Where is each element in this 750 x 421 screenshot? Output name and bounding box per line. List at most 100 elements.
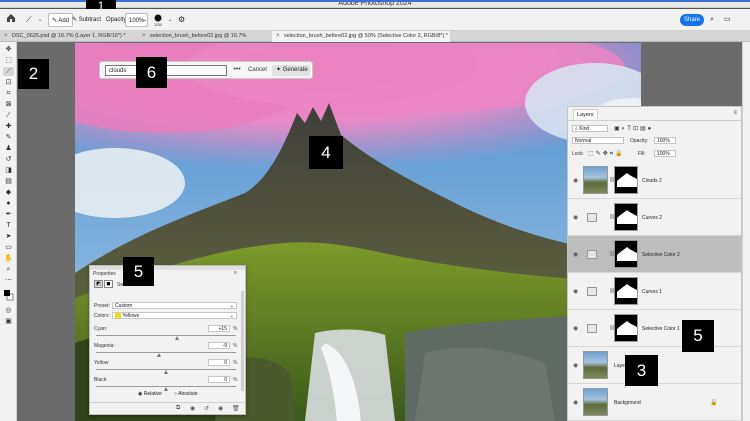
brush-preview-icon[interactable]: 1250 bbox=[152, 13, 166, 27]
brush-tool-icon[interactable]: ✎ bbox=[3, 133, 14, 142]
blend-mode-select[interactable]: Normal bbox=[572, 137, 624, 144]
path-selection-tool-icon[interactable]: ➤ bbox=[3, 232, 14, 241]
panel-menu-icon[interactable]: ≡ bbox=[733, 110, 737, 116]
callout-3: 3 bbox=[625, 355, 658, 386]
healing-brush-tool-icon[interactable]: ✚ bbox=[3, 122, 14, 131]
slider-value-field[interactable]: -9 bbox=[208, 342, 230, 349]
colors-select[interactable]: Yellows ⌄ bbox=[112, 312, 237, 319]
layer-row[interactable]: ◉ ⛓ Selective Color 1 bbox=[568, 310, 741, 347]
filter-type-icons[interactable]: ▣◐T⊡▤● bbox=[614, 125, 653, 132]
filter-kind-select[interactable]: ⌕ Kind bbox=[572, 125, 608, 132]
absolute-label: Absolute bbox=[178, 391, 198, 397]
slider-thumb[interactable] bbox=[164, 387, 168, 391]
zoom-tool-icon[interactable]: ⌕ bbox=[3, 265, 14, 274]
eraser-tool-icon[interactable]: ◨ bbox=[3, 166, 14, 175]
layer-row[interactable]: ◉ ⛓ Curves 2 bbox=[568, 199, 741, 236]
properties-scrollbar[interactable] bbox=[241, 291, 244, 391]
screen-mode-icon[interactable]: ▣ bbox=[3, 317, 14, 326]
brush-chevron-icon[interactable]: ⌄ bbox=[168, 13, 172, 27]
fill-field[interactable]: 100% bbox=[654, 150, 676, 157]
subtract-mode-button[interactable]: ✎ Subtract bbox=[72, 13, 101, 27]
visibility-eye-icon[interactable]: ◉ bbox=[573, 214, 578, 221]
opacity-field[interactable]: 100% bbox=[654, 137, 676, 144]
close-tab-icon[interactable]: × bbox=[142, 31, 146, 42]
type-tool-icon[interactable]: T bbox=[3, 221, 14, 230]
workspace-icon[interactable]: ▭ bbox=[724, 13, 731, 27]
slider-thumb[interactable] bbox=[164, 370, 168, 374]
slider-value-field[interactable]: 0 bbox=[208, 376, 230, 383]
pen-tool-icon[interactable]: ✒ bbox=[3, 210, 14, 219]
trash-icon[interactable]: 🗑 bbox=[232, 405, 240, 412]
view-previous-icon[interactable]: ◉ bbox=[190, 405, 195, 412]
visibility-eye-icon[interactable]: ◉ bbox=[218, 405, 223, 412]
search-icon[interactable]: ⌕ bbox=[710, 13, 714, 27]
history-brush-tool-icon[interactable]: ↺ bbox=[3, 155, 14, 164]
clip-to-layer-icon[interactable]: ⧉ bbox=[176, 405, 180, 412]
mask-icon[interactable]: ◼ bbox=[104, 280, 113, 288]
more-options-button[interactable]: ••• bbox=[231, 65, 243, 76]
slider-thumb[interactable] bbox=[175, 336, 179, 340]
rectangle-tool-icon[interactable]: ▭ bbox=[3, 243, 14, 252]
home-icon[interactable] bbox=[6, 13, 18, 27]
layer-mask-thumbnail[interactable] bbox=[614, 240, 638, 268]
add-mode-button[interactable]: ✎ Add bbox=[48, 13, 74, 27]
marquee-tool-icon[interactable]: ⬚ bbox=[3, 56, 14, 65]
quick-mask-icon[interactable]: ◎ bbox=[3, 306, 14, 315]
clone-stamp-tool-icon[interactable]: ♟ bbox=[3, 144, 14, 153]
tab-document-2[interactable]: × selection_brush_before02.jpg @ 16.7% (… bbox=[138, 31, 268, 50]
dodge-tool-icon[interactable]: ● bbox=[3, 199, 14, 208]
layers-panel-header: Layers ≡ bbox=[568, 107, 741, 121]
visibility-eye-icon[interactable]: ◉ bbox=[573, 251, 578, 258]
visibility-eye-icon[interactable]: ◉ bbox=[573, 288, 578, 295]
absolute-radio[interactable]: ○ Absolute bbox=[174, 391, 198, 397]
layer-row[interactable]: ◉ ⛓ Selective Color 2 bbox=[568, 236, 741, 273]
object-select-tool-icon[interactable]: ⊡ bbox=[3, 78, 14, 87]
layer-row[interactable]: ◉ ⛓ Curves 1 bbox=[568, 273, 741, 310]
move-tool-icon[interactable]: ✥ bbox=[3, 45, 14, 54]
preset-select[interactable]: Custom ⌄ bbox=[112, 302, 237, 309]
share-button[interactable]: Share bbox=[680, 14, 704, 26]
layer-row[interactable]: ◉ ⛓ Clouds 2 bbox=[568, 162, 741, 199]
slider-track[interactable] bbox=[96, 352, 236, 353]
slider-thumb[interactable] bbox=[157, 353, 161, 357]
visibility-eye-icon[interactable]: ◉ bbox=[573, 325, 578, 332]
hand-tool-icon[interactable]: ✋ bbox=[3, 254, 14, 263]
frame-tool-icon[interactable]: ⊠ bbox=[3, 100, 14, 109]
slider-value-field[interactable]: 0 bbox=[208, 359, 230, 366]
settings-gear-icon[interactable]: ⚙ bbox=[178, 13, 185, 27]
selection-brush-tool-icon[interactable]: ⟋ bbox=[3, 67, 14, 76]
slider-value-field[interactable]: +15 bbox=[208, 325, 230, 332]
gradient-tool-icon[interactable]: ▤ bbox=[3, 177, 14, 186]
blur-tool-icon[interactable]: ◆ bbox=[3, 188, 14, 197]
tab-document-1[interactable]: × DSC_0625.psd @ 16.7% (Layer 1, RGB/16*… bbox=[0, 31, 128, 42]
layer-mask-thumbnail[interactable] bbox=[614, 277, 638, 305]
more-tools-icon[interactable]: ⋯ bbox=[3, 276, 14, 285]
visibility-eye-icon[interactable]: ◉ bbox=[573, 362, 578, 369]
reset-icon[interactable]: ↺ bbox=[204, 405, 209, 412]
layer-mask-thumbnail[interactable] bbox=[614, 314, 638, 342]
layer-mask-thumbnail[interactable] bbox=[614, 203, 638, 231]
generate-button[interactable]: ✦ Generate bbox=[272, 65, 310, 76]
slider-track[interactable] bbox=[96, 335, 236, 336]
properties-grip-bar[interactable] bbox=[90, 266, 245, 270]
close-tab-icon[interactable]: × bbox=[276, 31, 280, 42]
close-tab-icon[interactable]: × bbox=[4, 31, 8, 42]
tab-layers[interactable]: Layers bbox=[573, 109, 598, 119]
foreground-background-color-icon[interactable] bbox=[3, 288, 14, 304]
layer-mask-thumbnail[interactable] bbox=[614, 166, 638, 194]
eyedropper-tool-icon[interactable]: ⁄ bbox=[3, 111, 14, 120]
layer-thumbnail bbox=[583, 166, 608, 194]
crop-tool-icon[interactable]: ⌗ bbox=[3, 89, 14, 98]
opacity-label: Opacity: bbox=[630, 138, 649, 144]
visibility-eye-icon[interactable]: ◉ bbox=[573, 177, 578, 184]
opacity-chevron-icon[interactable]: ⌄ bbox=[143, 13, 147, 27]
layer-name: Background bbox=[614, 399, 641, 406]
lock-icons[interactable]: ⬚✎✥⌗🔒 bbox=[588, 150, 625, 158]
cancel-button[interactable]: Cancel bbox=[248, 65, 267, 76]
tool-preset-chevron-icon[interactable]: ⌄ bbox=[38, 13, 42, 27]
panel-menu-icon[interactable]: ≡ bbox=[234, 270, 237, 276]
tab-document-3[interactable]: × selection_brush_before02.jpg @ 50% (Se… bbox=[272, 31, 450, 42]
relative-radio[interactable]: ◉ Relative bbox=[138, 391, 162, 397]
visibility-eye-icon[interactable]: ◉ bbox=[573, 399, 578, 406]
layer-row[interactable]: ◉ Background 🔒 bbox=[568, 384, 741, 421]
